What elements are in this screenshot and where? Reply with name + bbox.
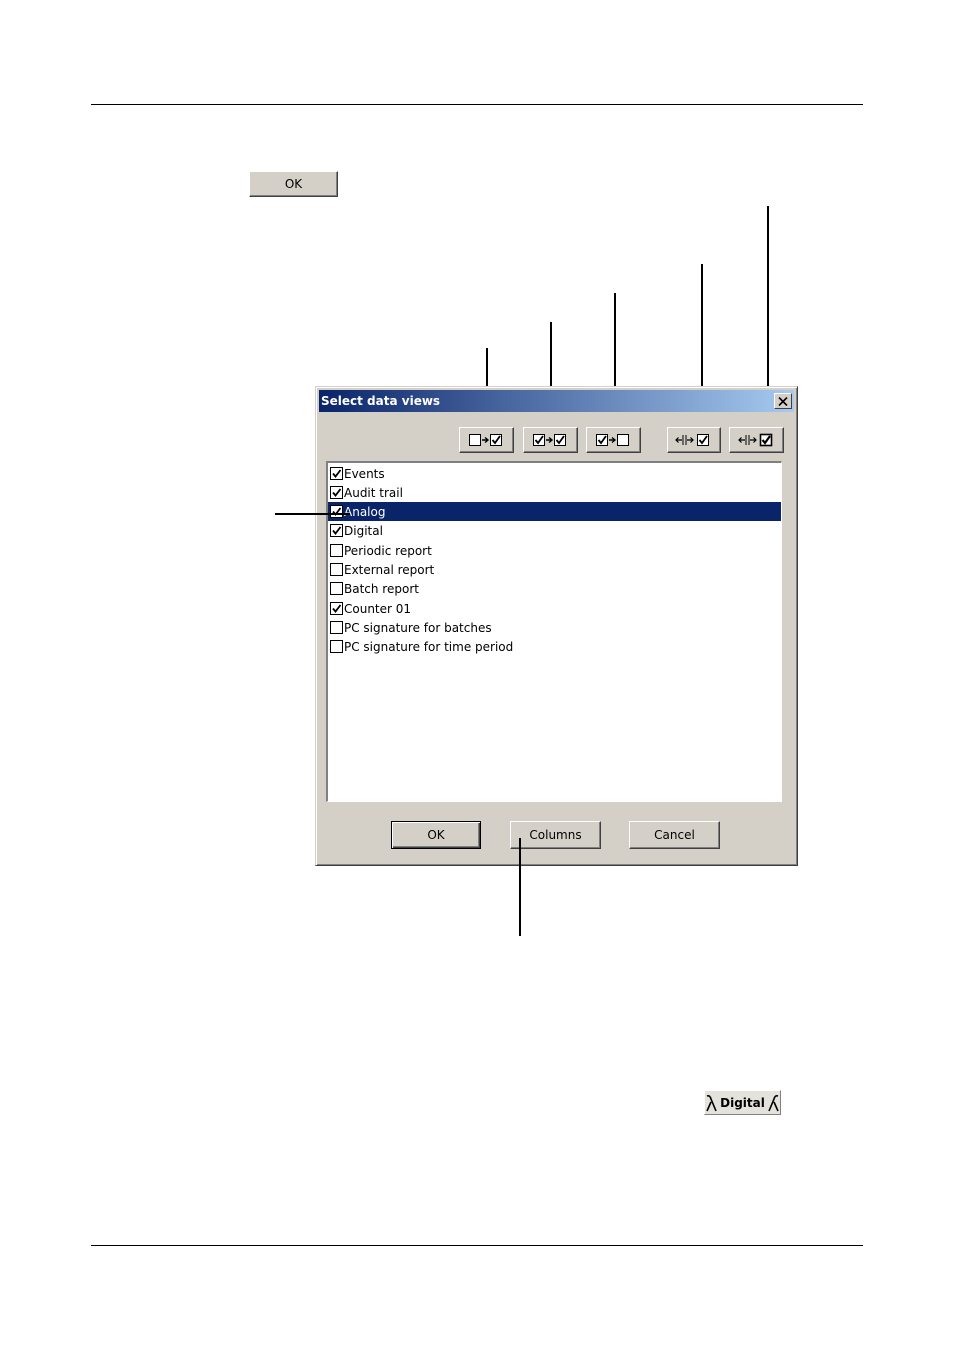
footer-rule bbox=[91, 1245, 863, 1246]
lambda-right-icon bbox=[768, 1094, 779, 1111]
checkmark-icon bbox=[332, 488, 342, 497]
list-item-label: Digital bbox=[344, 523, 383, 538]
dialog-title: Select data views bbox=[321, 394, 441, 408]
callout-line-columns bbox=[519, 838, 521, 936]
cancel-button[interactable]: Cancel bbox=[629, 821, 720, 849]
toolbar-button-expand-checked[interactable] bbox=[667, 427, 721, 453]
lambda-left-icon bbox=[706, 1094, 717, 1111]
ok-button-sample[interactable]: OK bbox=[249, 171, 338, 197]
list-item[interactable]: Events bbox=[328, 464, 781, 483]
checkbox[interactable] bbox=[330, 544, 343, 557]
checkbox[interactable] bbox=[330, 621, 343, 634]
checkbox[interactable] bbox=[330, 467, 343, 480]
digital-tab[interactable]: Digital bbox=[704, 1090, 781, 1115]
unchecked-to-checked-icon bbox=[468, 434, 502, 446]
list-item-label: Analog bbox=[344, 504, 386, 519]
checkbox[interactable] bbox=[330, 582, 343, 595]
list-item[interactable]: Batch report bbox=[328, 579, 781, 598]
list-item[interactable]: Counter 01 bbox=[328, 599, 781, 618]
list-item[interactable]: Audit trail bbox=[328, 483, 781, 502]
list-item[interactable]: Periodic report bbox=[328, 541, 781, 560]
list-item[interactable]: PC signature for time period bbox=[328, 637, 781, 656]
list-item-label: Audit trail bbox=[344, 485, 403, 500]
checkbox[interactable] bbox=[330, 640, 343, 653]
checked-to-unchecked-icon bbox=[595, 434, 629, 446]
list-item-label: PC signature for time period bbox=[344, 639, 514, 654]
select-data-views-dialog: Select data views Events Audit trail Ana… bbox=[315, 386, 798, 866]
checkmark-icon bbox=[332, 507, 342, 516]
data-views-listbox[interactable]: Events Audit trail Analog Digital Period… bbox=[326, 461, 782, 802]
digital-tab-label: Digital bbox=[720, 1095, 765, 1110]
checkmark-icon bbox=[332, 526, 342, 535]
toolbar-button-checked-to-unchecked[interactable] bbox=[586, 427, 641, 453]
header-rule bbox=[91, 104, 863, 105]
close-icon bbox=[778, 396, 788, 406]
ok-button[interactable]: OK bbox=[391, 821, 481, 849]
checkmark-icon bbox=[332, 469, 342, 478]
list-item-label: PC signature for batches bbox=[344, 620, 492, 635]
checkbox[interactable] bbox=[330, 563, 343, 576]
list-item[interactable]: Digital bbox=[328, 521, 781, 540]
expand-checked-icon bbox=[675, 434, 709, 446]
list-item-selected[interactable]: Analog bbox=[328, 502, 781, 521]
list-item[interactable]: PC signature for batches bbox=[328, 618, 781, 637]
dialog-titlebar: Select data views bbox=[319, 390, 794, 412]
list-item-label: External report bbox=[344, 562, 435, 577]
callout-line-list bbox=[275, 513, 350, 515]
list-item-label: Batch report bbox=[344, 581, 419, 596]
list-item[interactable]: External report bbox=[328, 560, 781, 579]
checkbox[interactable] bbox=[330, 505, 343, 518]
checkmark-icon bbox=[332, 604, 342, 613]
checkbox[interactable] bbox=[330, 602, 343, 615]
toolbar-button-unchecked-to-checked[interactable] bbox=[459, 427, 514, 453]
checkbox[interactable] bbox=[330, 486, 343, 499]
toolbar-button-expand-checked-bold[interactable] bbox=[729, 427, 784, 453]
list-item-label: Counter 01 bbox=[344, 601, 412, 616]
checked-to-checked-icon bbox=[532, 434, 566, 446]
toolbar-button-checked-to-checked[interactable] bbox=[523, 427, 578, 453]
checkbox[interactable] bbox=[330, 524, 343, 537]
columns-button[interactable]: Columns bbox=[510, 821, 601, 849]
close-button[interactable] bbox=[774, 393, 792, 409]
list-item-label: Events bbox=[344, 466, 385, 481]
expand-checked-bold-icon bbox=[737, 433, 772, 447]
list-item-label: Periodic report bbox=[344, 543, 432, 558]
